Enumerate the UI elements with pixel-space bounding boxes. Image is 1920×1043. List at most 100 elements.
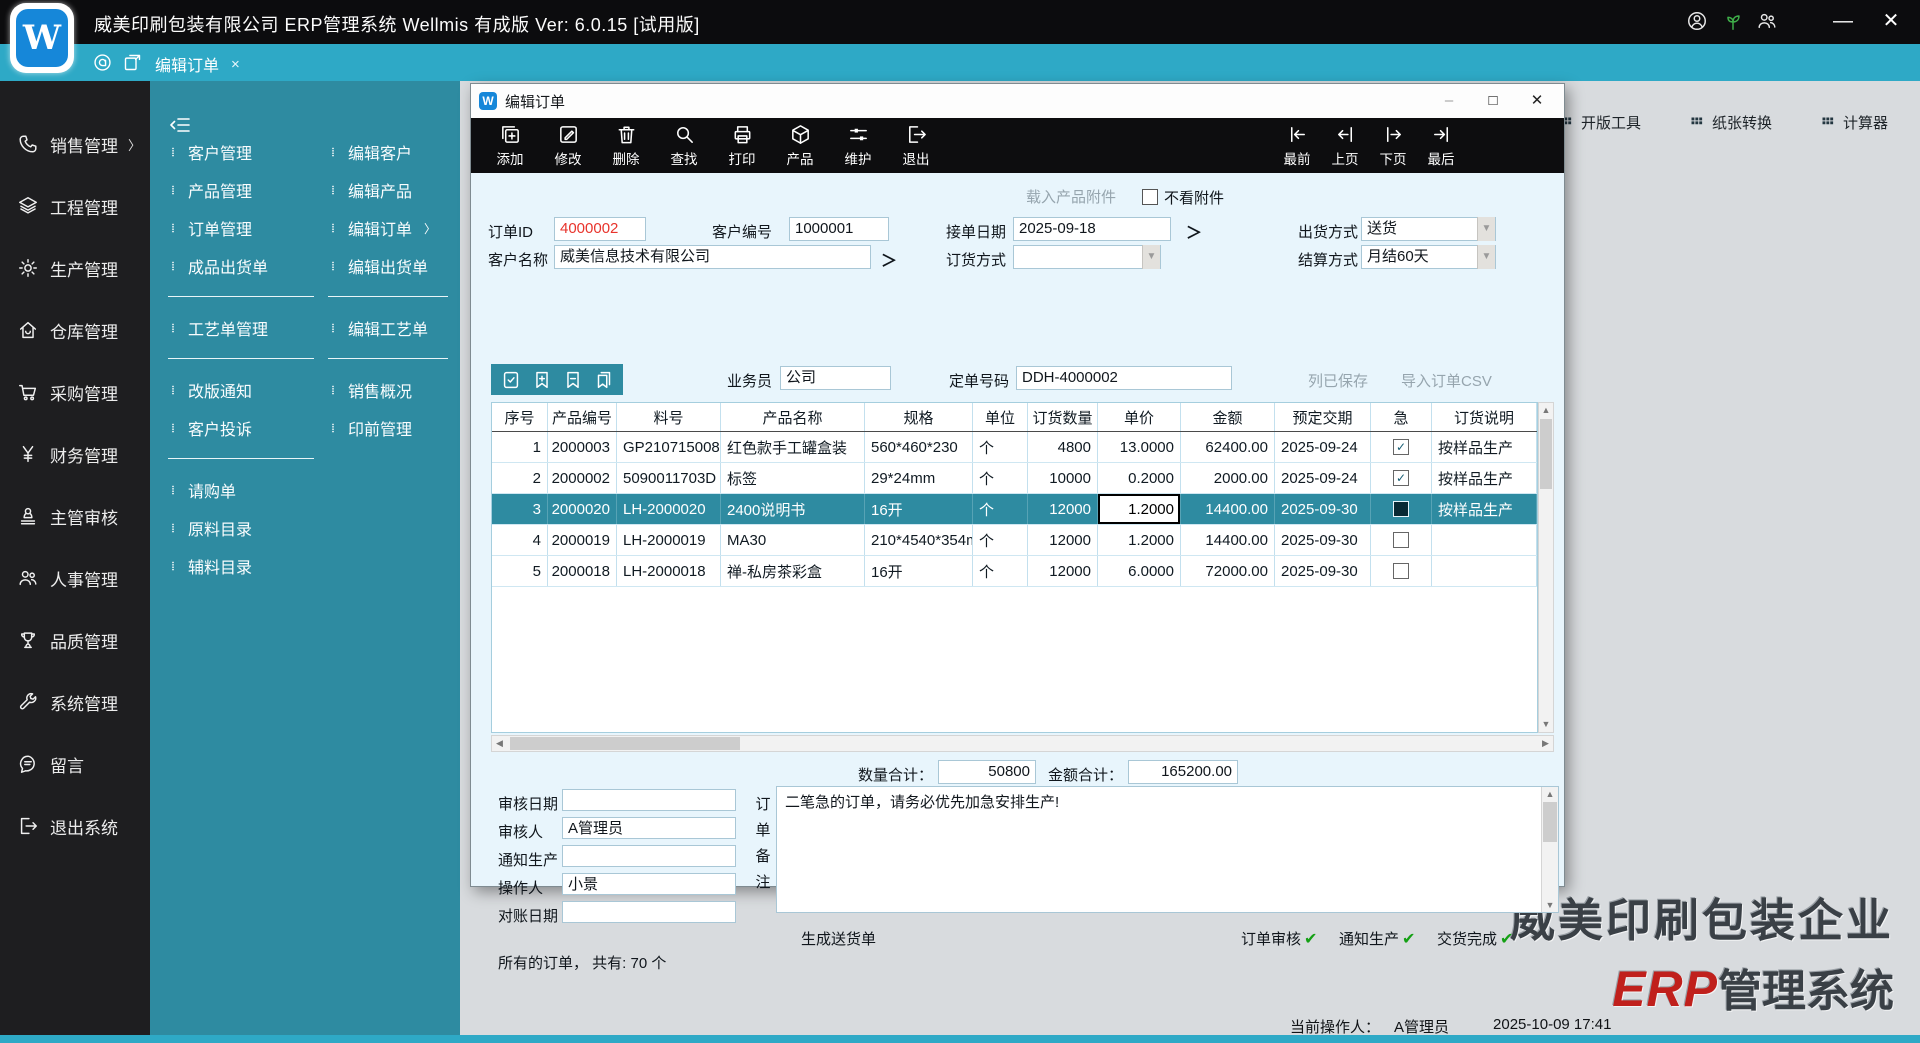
- cell-name[interactable]: MA30: [721, 525, 865, 555]
- review-field-input[interactable]: [562, 789, 736, 811]
- receive-date-field[interactable]: 2025-09-18: [1013, 217, 1171, 241]
- cell-qty[interactable]: 4800: [1028, 432, 1098, 462]
- cell-name[interactable]: 禅-私房茶彩盒: [721, 556, 865, 586]
- sidebar-item-wrench[interactable]: 系统管理: [0, 671, 150, 733]
- scroll-thumb[interactable]: [510, 737, 740, 750]
- desktop-tool[interactable]: 计算器: [1820, 112, 1888, 133]
- account-icon[interactable]: [1686, 10, 1708, 32]
- sidebar-item-chat[interactable]: 留言: [0, 733, 150, 795]
- cell-amount[interactable]: 2000.00: [1181, 463, 1275, 493]
- cell-price[interactable]: 1.2000: [1098, 494, 1181, 524]
- export-window-icon[interactable]: [122, 52, 143, 73]
- submenu-item[interactable]: 订单管理: [166, 209, 322, 247]
- order-no-field[interactable]: DDH-4000002: [1016, 366, 1232, 390]
- scroll-down-icon[interactable]: ▼: [1539, 717, 1553, 732]
- submenu-item[interactable]: 编辑工艺单: [326, 309, 456, 347]
- dialog-titlebar[interactable]: W 编辑订单 – □ ✕: [471, 84, 1564, 118]
- bookmark-remove-icon[interactable]: [562, 369, 584, 391]
- order-id-field[interactable]: 4000002: [554, 217, 646, 241]
- toolbar-button-sliders[interactable]: 维护: [829, 123, 887, 168]
- cell-due[interactable]: 2025-09-30: [1275, 494, 1371, 524]
- cell-mat[interactable]: GP210715008: [617, 432, 721, 462]
- clipboard-check-icon[interactable]: [500, 369, 522, 391]
- cell-seq[interactable]: 3: [492, 494, 548, 524]
- column-header[interactable]: 单价: [1098, 403, 1181, 431]
- scroll-thumb[interactable]: [1543, 802, 1557, 842]
- table-row[interactable]: 220000025090011703D标签29*24mm个100000.2000…: [492, 463, 1537, 494]
- cell-mat[interactable]: LH-2000019: [617, 525, 721, 555]
- sidebar-item-people[interactable]: 人事管理: [0, 547, 150, 609]
- dropdown-arrow-icon[interactable]: ▼: [1477, 217, 1495, 241]
- sidebar-item-trophy[interactable]: 品质管理: [0, 609, 150, 671]
- cell-amount[interactable]: 14400.00: [1181, 525, 1275, 555]
- submenu-item[interactable]: 工艺单管理: [166, 309, 322, 347]
- dialog-close-button[interactable]: ✕: [1522, 89, 1552, 113]
- cell-note[interactable]: [1432, 556, 1537, 586]
- remark-scrollbar[interactable]: ▲ ▼: [1541, 787, 1558, 912]
- cell-code[interactable]: 2000002: [548, 463, 617, 493]
- submenu-item[interactable]: 编辑产品: [326, 171, 456, 209]
- toolbar-button-print[interactable]: 打印: [713, 123, 771, 168]
- sidebar-item-stamp[interactable]: 主管审核: [0, 485, 150, 547]
- cell-note[interactable]: [1432, 525, 1537, 555]
- order-method-select[interactable]: ▼: [1013, 245, 1161, 269]
- column-header[interactable]: 单位: [973, 403, 1028, 431]
- urgent-cell[interactable]: [1371, 494, 1432, 524]
- submenu-item[interactable]: 产品管理: [166, 171, 322, 209]
- cell-mat[interactable]: 5090011703D: [617, 463, 721, 493]
- cell-amount[interactable]: 72000.00: [1181, 556, 1275, 586]
- cell-note[interactable]: 按样品生产: [1432, 463, 1537, 493]
- submenu-item[interactable]: 客户管理: [166, 133, 322, 171]
- scroll-down-icon[interactable]: ▼: [1542, 898, 1558, 912]
- status-check-3[interactable]: 交货完成✔: [1437, 928, 1513, 949]
- sidebar-item-yen[interactable]: 财务管理: [0, 423, 150, 485]
- cell-price[interactable]: 1.2000: [1098, 525, 1181, 555]
- cell-name[interactable]: 2400说明书: [721, 494, 865, 524]
- cell-spec[interactable]: 16开: [865, 556, 973, 586]
- cell-qty[interactable]: 12000: [1028, 494, 1098, 524]
- review-field-input[interactable]: [562, 845, 736, 867]
- toolbar-button-package[interactable]: 产品: [771, 123, 829, 168]
- submenu-item[interactable]: 编辑订单〉: [326, 209, 456, 247]
- cell-due[interactable]: 2025-09-30: [1275, 556, 1371, 586]
- bookmark-copy-icon[interactable]: [593, 369, 615, 391]
- cell-unit[interactable]: 个: [973, 494, 1028, 524]
- tab-edit-order[interactable]: 编辑订单 ×: [155, 52, 240, 76]
- column-header[interactable]: 急: [1371, 403, 1432, 431]
- cell-code[interactable]: 2000018: [548, 556, 617, 586]
- dropdown-arrow-icon[interactable]: ▼: [1477, 245, 1495, 269]
- sidebar-item-home[interactable]: 仓库管理: [0, 299, 150, 361]
- urgent-checkbox[interactable]: ✓: [1393, 470, 1409, 486]
- cell-qty[interactable]: 12000: [1028, 556, 1098, 586]
- column-header[interactable]: 料号: [617, 403, 721, 431]
- cell-note[interactable]: 按样品生产: [1432, 432, 1537, 462]
- column-header[interactable]: 序号: [492, 403, 548, 431]
- scroll-left-icon[interactable]: ◀: [492, 738, 507, 749]
- cell-amount[interactable]: 62400.00: [1181, 432, 1275, 462]
- column-header[interactable]: 订货数量: [1028, 403, 1098, 431]
- cell-name[interactable]: 红色款手工罐盒装: [721, 432, 865, 462]
- toolbar-button-exit[interactable]: 退出: [887, 123, 945, 168]
- dialog-minimize-button[interactable]: –: [1434, 89, 1464, 113]
- table-row[interactable]: 42000019LH-2000019MA30210*4540*354m个1200…: [492, 525, 1537, 556]
- import-csv-link[interactable]: 导入订单CSV: [1401, 370, 1492, 391]
- toolbar-button-add[interactable]: 添加: [481, 123, 539, 168]
- table-row[interactable]: 12000003GP210715008红色款手工罐盒装560*460*230个4…: [492, 432, 1537, 463]
- urgent-cell[interactable]: [1371, 556, 1432, 586]
- table-vertical-scrollbar[interactable]: ▲ ▼: [1538, 402, 1554, 733]
- column-header[interactable]: 预定交期: [1275, 403, 1371, 431]
- create-delivery-button[interactable]: 生成送货单: [801, 928, 876, 949]
- salesman-field[interactable]: 公司: [780, 366, 891, 390]
- cell-qty[interactable]: 10000: [1028, 463, 1098, 493]
- sidebar-item-cart[interactable]: 采购管理: [0, 361, 150, 423]
- submenu-item[interactable]: 请购单: [166, 471, 322, 509]
- toolbar-button-edit[interactable]: 修改: [539, 123, 597, 168]
- sidebar-item-layers[interactable]: 工程管理: [0, 175, 150, 237]
- cell-spec[interactable]: 210*4540*354m: [865, 525, 973, 555]
- customer-name-lookup-chevron[interactable]: ＞: [881, 247, 897, 271]
- urgent-cell[interactable]: [1371, 525, 1432, 555]
- review-field-input[interactable]: 小景: [562, 873, 736, 895]
- submenu-item[interactable]: 原料目录: [166, 509, 322, 547]
- columns-saved-link[interactable]: 列已保存: [1308, 370, 1368, 391]
- cell-mat[interactable]: LH-2000018: [617, 556, 721, 586]
